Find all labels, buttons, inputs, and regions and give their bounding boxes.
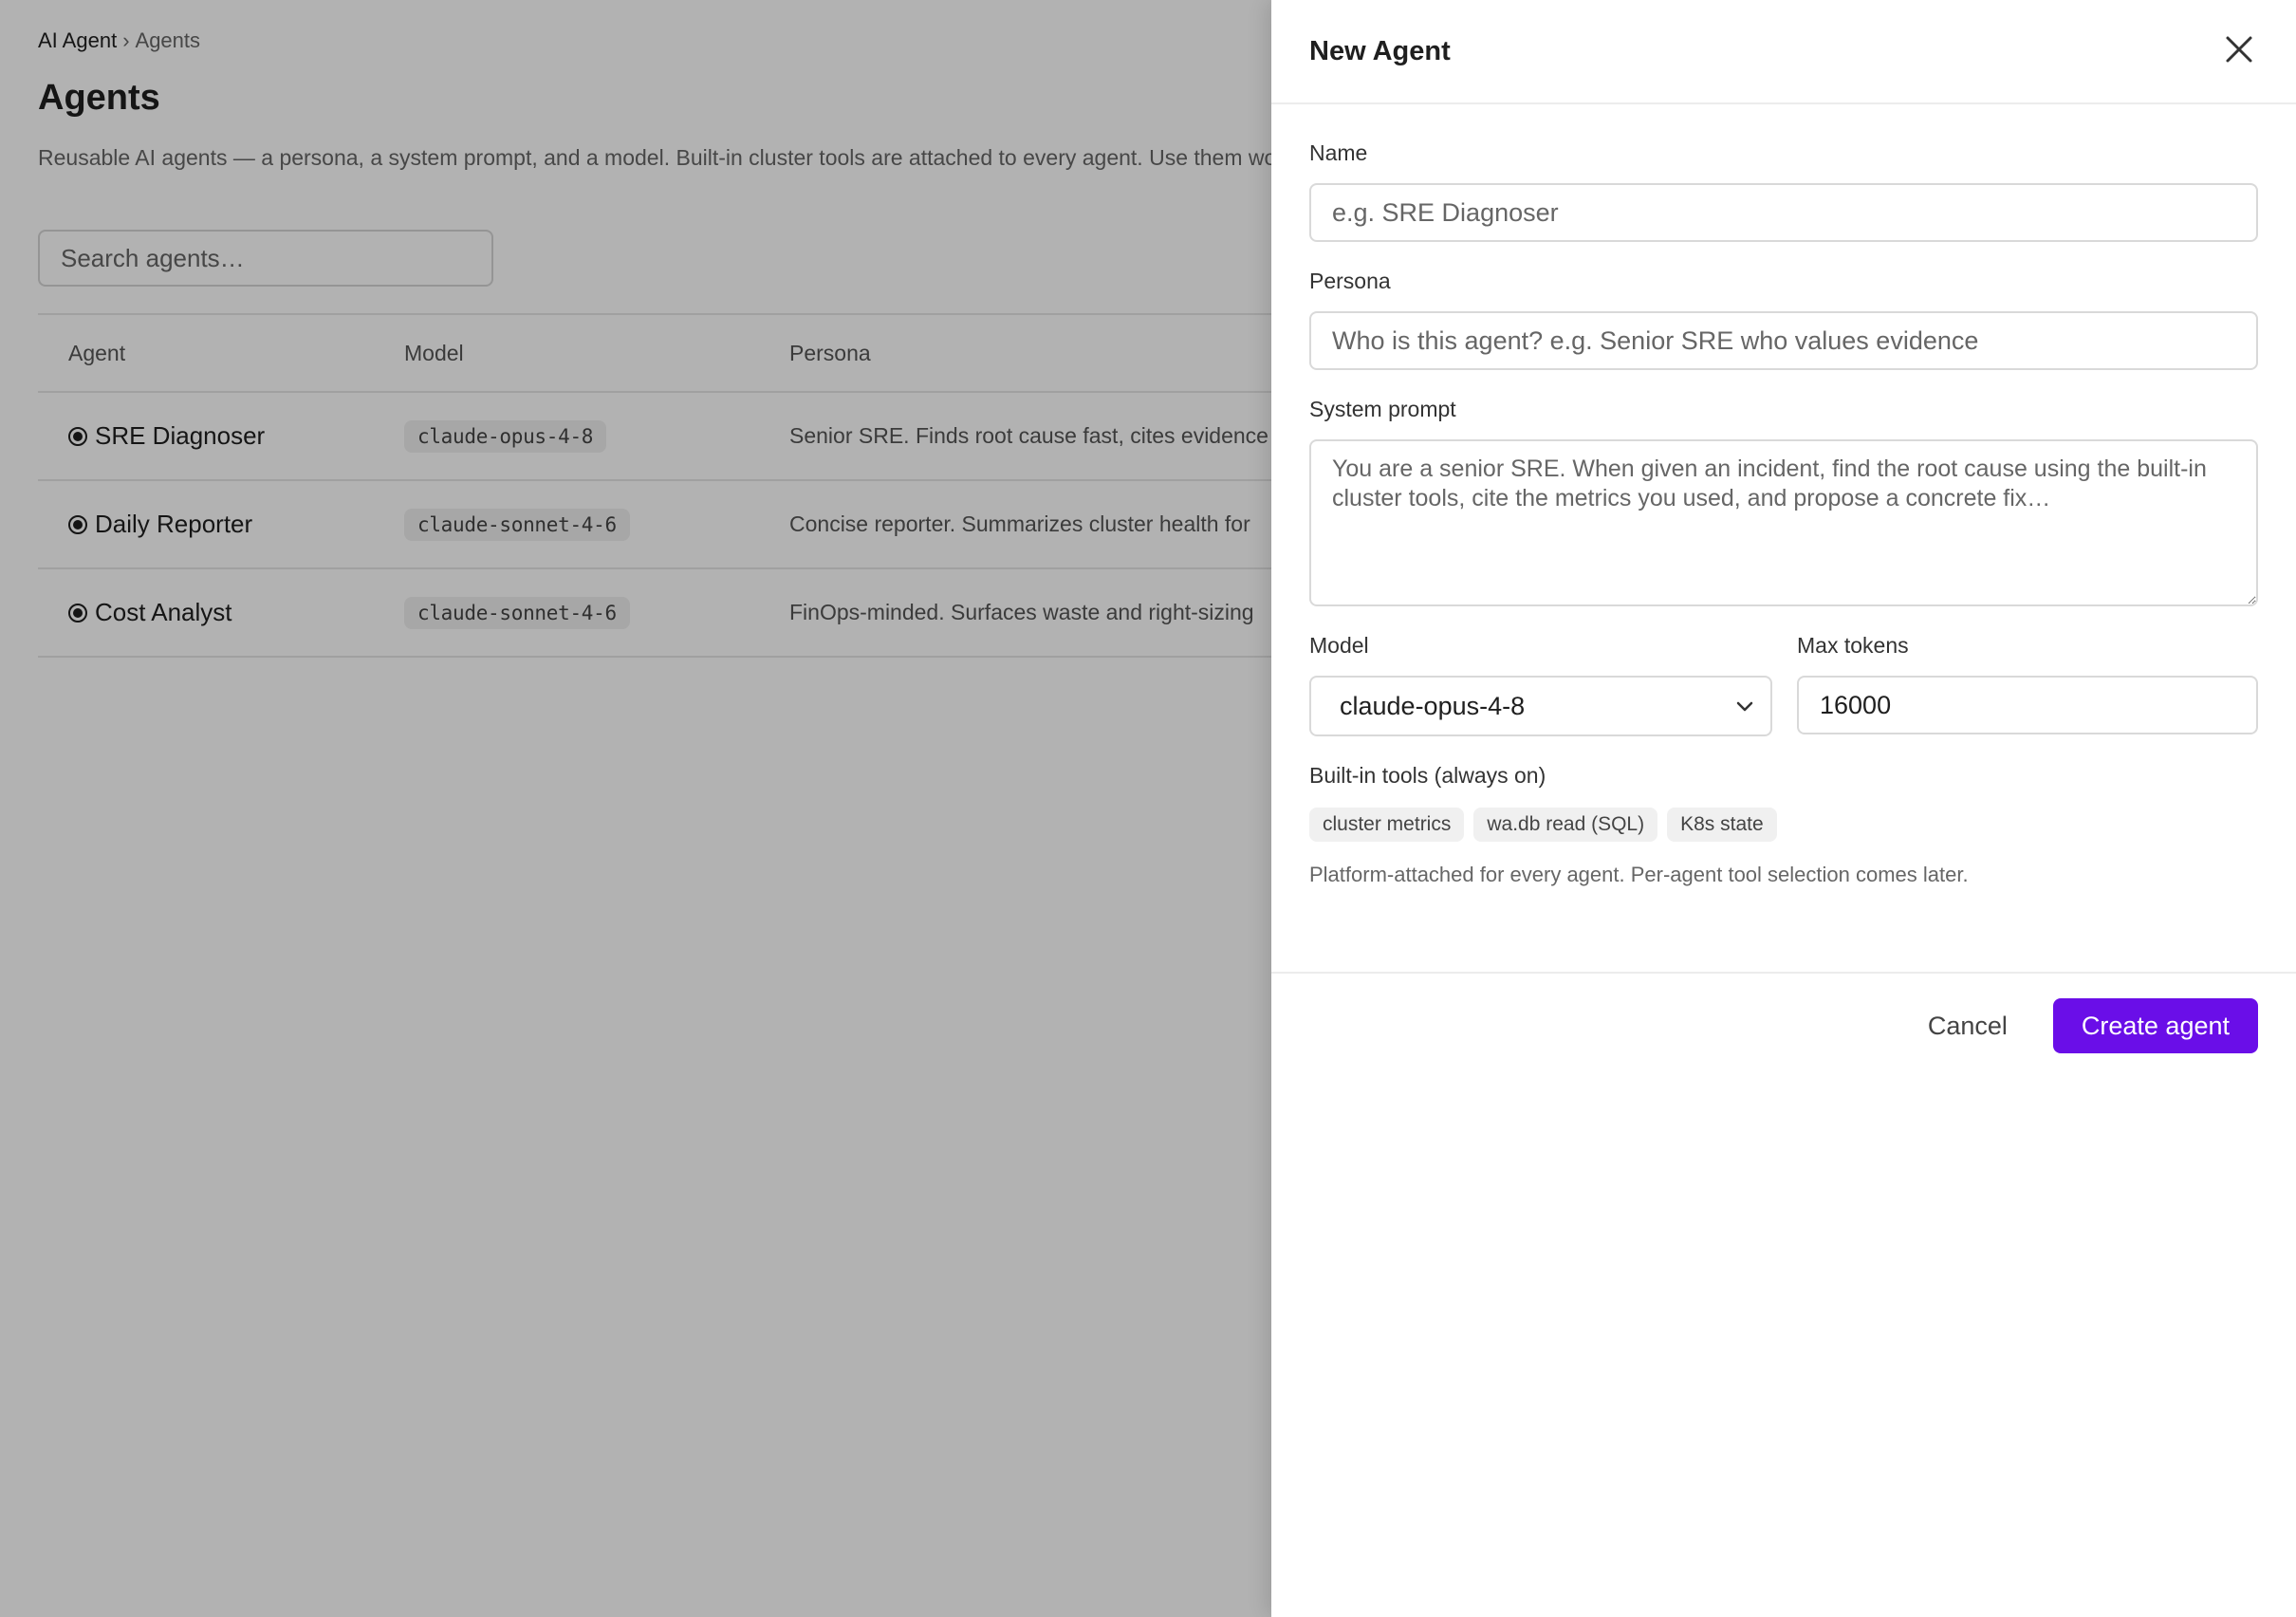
modal-backdrop[interactable] bbox=[0, 0, 1271, 1617]
system-prompt-field: System prompt bbox=[1309, 397, 2258, 606]
model-select-wrap: claude-opus-4-8 bbox=[1309, 676, 1772, 736]
tools-label: Built-in tools (always on) bbox=[1309, 763, 1546, 788]
model-tokens-row: Model claude-opus-4-8 Max tokens bbox=[1309, 633, 2258, 736]
system-prompt-label: System prompt bbox=[1309, 397, 1456, 421]
persona-input[interactable] bbox=[1309, 311, 2258, 370]
create-agent-button[interactable]: Create agent bbox=[2052, 998, 2258, 1053]
chevron-down-icon bbox=[1736, 701, 1753, 712]
drawer-footer: Cancel Create agent bbox=[1271, 972, 2296, 1053]
name-field: Name bbox=[1309, 140, 2258, 242]
persona-field: Persona bbox=[1309, 269, 2258, 370]
tool-chips: cluster metrics wa.db read (SQL) K8s sta… bbox=[1309, 808, 2258, 842]
model-field: Model claude-opus-4-8 bbox=[1309, 633, 1772, 736]
drawer-body: Name Persona System prompt Model claude-… bbox=[1271, 104, 2296, 887]
max-tokens-label: Max tokens bbox=[1797, 633, 1909, 658]
tools-section: Built-in tools (always on) cluster metri… bbox=[1309, 763, 2258, 887]
max-tokens-field: Max tokens bbox=[1797, 633, 2258, 736]
close-button[interactable] bbox=[2218, 28, 2260, 70]
name-input[interactable] bbox=[1309, 183, 2258, 242]
drawer-title: New Agent bbox=[1309, 35, 1451, 66]
tool-chip: cluster metrics bbox=[1309, 808, 1465, 842]
persona-label: Persona bbox=[1309, 269, 1391, 293]
name-label: Name bbox=[1309, 140, 1368, 165]
page: AI Agent › Agents Agents Reusable AI agent… bbox=[0, 0, 2296, 1617]
close-icon bbox=[2226, 36, 2252, 63]
tools-note: Platform-attached for every agent. Per-a… bbox=[1309, 863, 1969, 886]
cancel-button[interactable]: Cancel bbox=[1909, 998, 2027, 1053]
system-prompt-textarea[interactable] bbox=[1309, 439, 2258, 606]
model-select[interactable]: claude-opus-4-8 bbox=[1309, 676, 1772, 736]
drawer-header: New Agent bbox=[1271, 0, 2296, 104]
max-tokens-input[interactable] bbox=[1797, 676, 2258, 734]
new-agent-drawer: New Agent Name Persona System prompt bbox=[1271, 0, 2296, 1617]
model-label: Model bbox=[1309, 633, 1369, 658]
tool-chip: K8s state bbox=[1667, 808, 1777, 842]
tool-chip: wa.db read (SQL) bbox=[1473, 808, 1658, 842]
